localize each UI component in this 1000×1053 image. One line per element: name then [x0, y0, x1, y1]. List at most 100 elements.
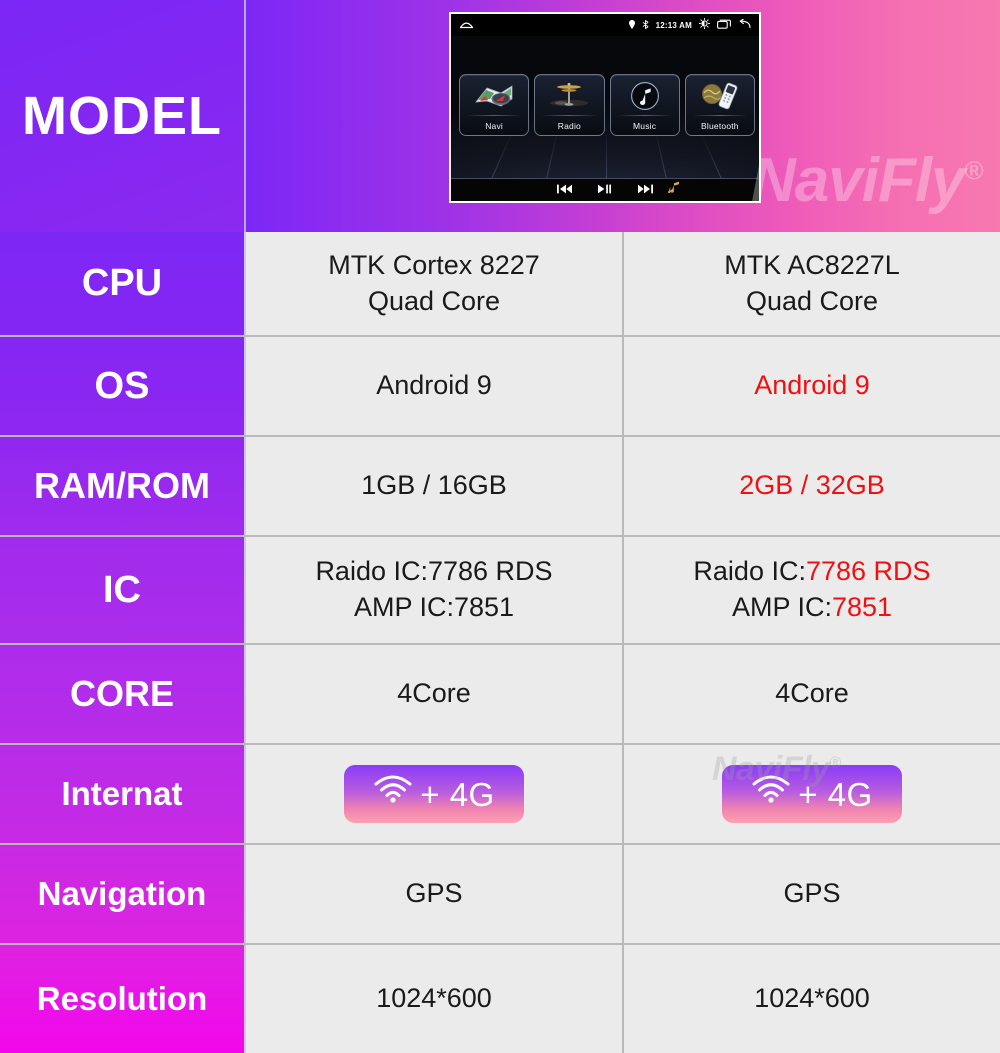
cell-line-prefix: Raido IC: [693, 556, 806, 587]
cell-internat-left: + 4G [246, 745, 624, 843]
table-row: CORE 4Core 4Core [0, 645, 1000, 745]
cell-resolution-right: 1024*600 [624, 945, 1000, 1053]
head-unit-device: 12:13 AM Navi Radio Music Bluetooth [449, 12, 761, 203]
media-control-bar [451, 178, 759, 201]
product-photo-panel: 12:13 AM Navi Radio Music Bluetooth Navi… [246, 0, 1000, 232]
spec-table: CPU MTK Cortex 8227 Quad Core MTK AC8227… [0, 232, 1000, 1053]
row-label-text: Resolution [36, 980, 208, 1017]
cell-ram-right: 2GB / 32GB [624, 437, 1000, 535]
cell-line-highlight: Android 9 [754, 370, 870, 401]
music-note-icon[interactable] [667, 180, 681, 198]
row-label-text: Navigation [37, 875, 207, 912]
location-pin-icon [628, 16, 635, 34]
model-header-cell: MODEL [0, 0, 246, 232]
cell-line: 1024*600 [754, 983, 870, 1014]
app-tile-navi[interactable]: Navi [459, 74, 530, 136]
cell-core-left: 4Core [246, 645, 624, 743]
cell-line-highlight: 7851 [831, 592, 893, 622]
watermark-registered-mark: ® [964, 155, 984, 186]
tile-divider [616, 115, 673, 116]
cell-cpu-left: MTK Cortex 8227 Quad Core [246, 232, 624, 335]
row-label-text: OS [94, 364, 150, 407]
cell-line: 4Core [397, 678, 471, 709]
watermark-text: NaviFly [751, 146, 966, 215]
cell-line: MTK Cortex 8227 [328, 249, 540, 280]
antenna-icon [535, 79, 603, 113]
wifi-4g-badge: + 4G [722, 765, 902, 823]
row-label-text: RAM/ROM [34, 465, 210, 506]
device-status-bar: 12:13 AM [451, 14, 759, 36]
bluetooth-icon [642, 16, 649, 34]
row-label-ic: IC [0, 537, 246, 643]
cell-line: 1GB / 16GB [361, 470, 507, 501]
cell-line: 1024*600 [376, 983, 492, 1014]
cell-navigation-right: GPS [624, 845, 1000, 943]
brightness-icon[interactable] [698, 16, 711, 34]
wifi-4g-badge: + 4G [344, 765, 524, 823]
cell-resolution-left: 1024*600 [246, 945, 624, 1053]
row-label-text: Internat [61, 775, 183, 812]
recents-icon[interactable] [717, 16, 731, 34]
app-tile-radio[interactable]: Radio [534, 74, 605, 136]
back-arrow-icon[interactable] [738, 16, 751, 34]
app-tile-label: Radio [557, 121, 581, 131]
row-label-os: OS [0, 337, 246, 435]
tile-divider [691, 115, 748, 116]
floor-line [699, 131, 722, 180]
cell-ram-left: 1GB / 16GB [246, 437, 624, 535]
cell-line: GPS [405, 878, 463, 909]
previous-track-icon[interactable] [557, 181, 572, 199]
row-label-cpu: CPU [0, 232, 246, 335]
table-row: Resolution 1024*600 1024*600 [0, 945, 1000, 1053]
table-row: RAM/ROM 1GB / 16GB 2GB / 32GB [0, 437, 1000, 537]
phone-icon [686, 79, 754, 113]
cell-internat-right: + 4G [624, 745, 1000, 843]
brand-watermark: NaviFly® [751, 150, 984, 212]
wifi-icon [751, 774, 791, 814]
tile-divider [466, 115, 523, 116]
row-label-text: CPU [81, 262, 163, 304]
home-outline-icon[interactable] [459, 16, 474, 34]
cell-line: AMP IC:7851 [353, 592, 515, 622]
cell-os-left: Android 9 [246, 337, 624, 435]
row-label-resolution: Resolution [0, 945, 246, 1053]
cell-line: Raido IC:7786 RDS [315, 556, 553, 587]
model-label: MODEL [22, 86, 222, 146]
cell-line: GPS [783, 878, 841, 909]
row-label-text: IC [103, 568, 141, 611]
spec-comparison-sheet: MODEL 12:13 AM Navi Radio Music Bluetoot… [0, 0, 1000, 1053]
row-label-text: CORE [69, 673, 174, 714]
row-label-internat: Internat [0, 745, 246, 843]
cell-cpu-right: MTK AC8227L Quad Core [624, 232, 1000, 335]
app-tile-label: Bluetooth [701, 121, 739, 131]
app-tile-label: Navi [485, 121, 504, 131]
cell-line: MTK AC8227L [724, 249, 900, 280]
table-row: Navigation GPS GPS [0, 845, 1000, 945]
cell-ic-right: Raido IC:7786 RDS AMP IC:7851 [624, 537, 1000, 643]
table-row: IC Raido IC:7786 RDS AMP IC:7851 Raido I… [0, 537, 1000, 645]
table-row: CPU MTK Cortex 8227 Quad Core MTK AC8227… [0, 232, 1000, 337]
row-label-core: CORE [0, 645, 246, 743]
cell-core-right: 4Core [624, 645, 1000, 743]
device-screen: 12:13 AM Navi Radio Music Bluetooth [451, 14, 759, 201]
wifi-icon [373, 774, 413, 814]
app-tile-music[interactable]: Music [609, 74, 680, 136]
app-tile-bluetooth[interactable]: Bluetooth [684, 74, 755, 136]
cell-line: Quad Core [745, 285, 879, 316]
table-row: OS Android 9 Android 9 [0, 337, 1000, 437]
tile-divider [541, 115, 598, 116]
cell-line: Android 9 [376, 370, 492, 401]
cell-line: 4Core [775, 678, 849, 709]
app-tile-label: Music [633, 121, 657, 131]
music-note-icon [611, 79, 679, 113]
table-row: Internat + 4G + 4G [0, 745, 1000, 845]
play-pause-icon[interactable] [598, 181, 612, 199]
badge-text: + 4G [798, 775, 873, 813]
header-row: MODEL 12:13 AM Navi Radio Music Bluetoot… [0, 0, 1000, 232]
badge-text: + 4G [420, 775, 495, 813]
cell-line-highlight: 7786 RDS [805, 556, 931, 587]
cell-line: Quad Core [367, 285, 501, 316]
next-track-icon[interactable] [638, 181, 653, 199]
cell-ic-left: Raido IC:7786 RDS AMP IC:7851 [246, 537, 624, 643]
cell-line-prefix: AMP IC: [731, 592, 832, 622]
